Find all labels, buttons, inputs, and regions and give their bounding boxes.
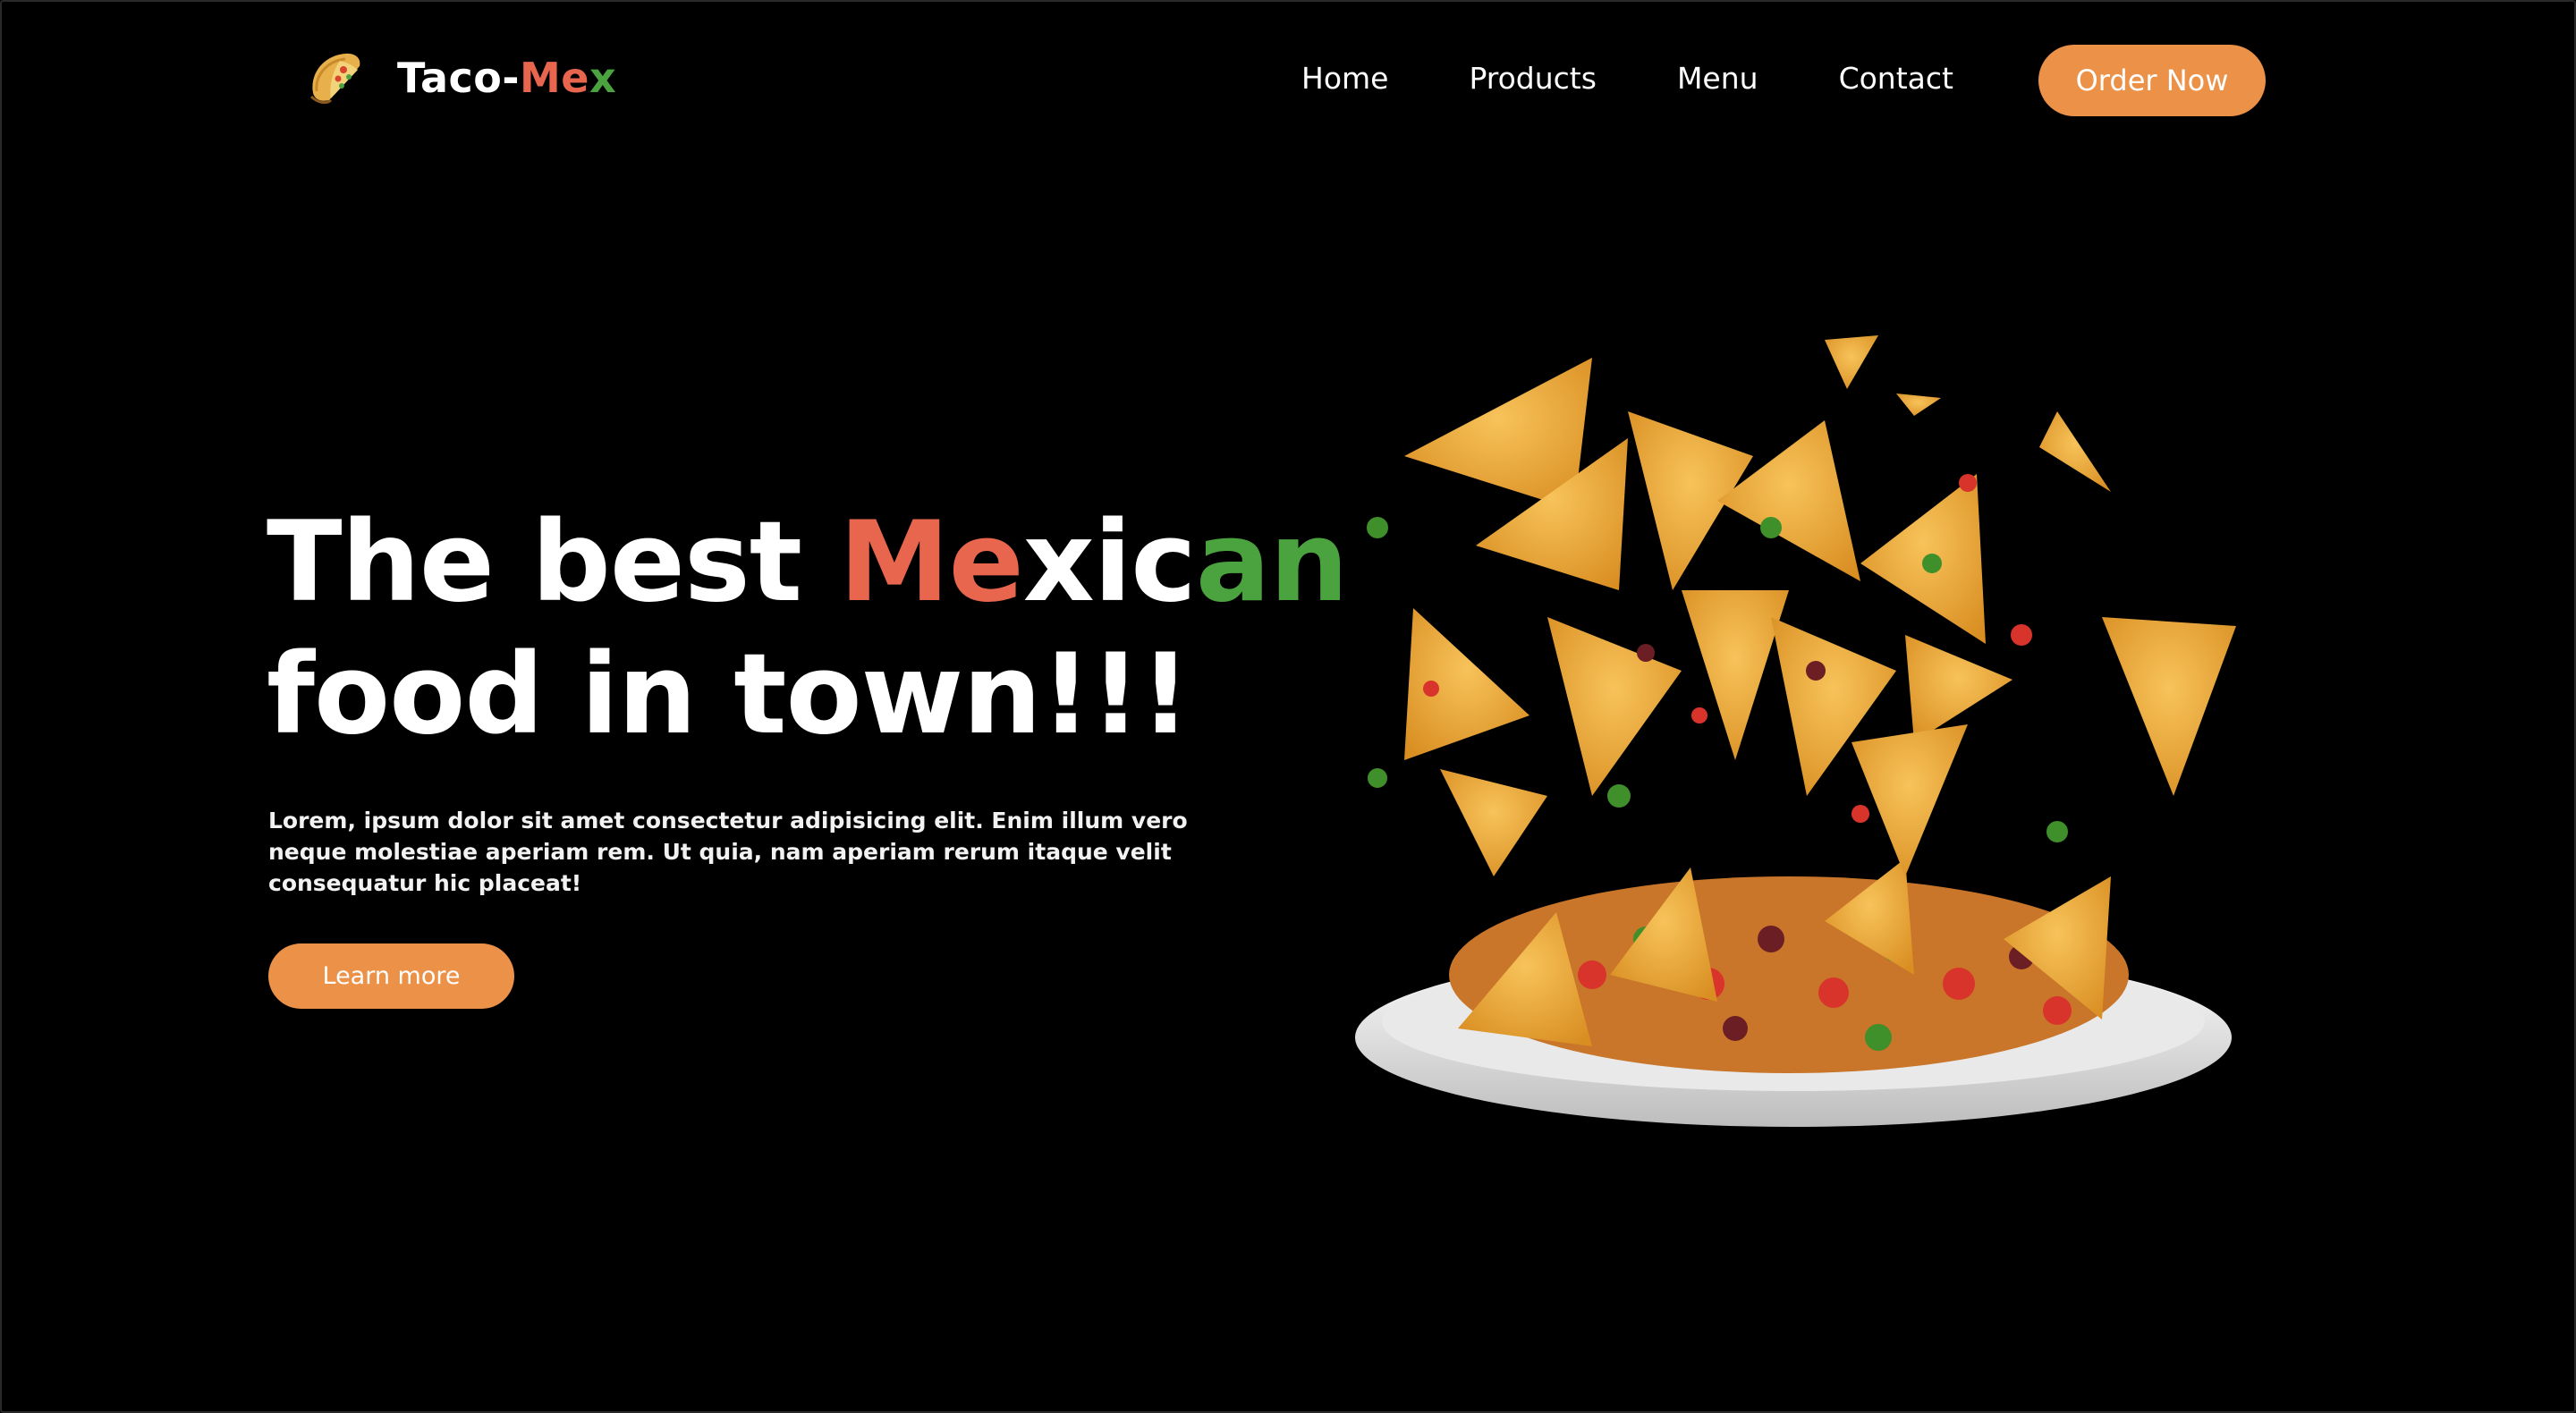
nav-link-menu[interactable]: Menu (1677, 55, 1758, 102)
hero-title-part3: xic (1022, 498, 1197, 627)
hero-title: The best Mexican food in town!!! (267, 496, 1349, 761)
nav-links: Home Products Menu Contact (1301, 55, 1953, 102)
brand-logo[interactable]: Taco-Mex (304, 47, 616, 109)
hero-title-part1: The best (267, 498, 840, 627)
hero-description: Lorem, ipsum dolor sit amet consectetur … (268, 808, 1188, 896)
nav-link-home[interactable]: Home (1301, 55, 1388, 102)
hero-title-line2: food in town!!! (267, 630, 1191, 759)
hero-title-part2: Me (839, 498, 1023, 627)
nachos-plate-image (1355, 335, 2236, 1127)
nav-link-products[interactable]: Products (1469, 55, 1597, 102)
brand-name-part3: x (589, 54, 617, 102)
brand-name-part1: Taco- (397, 54, 520, 102)
taco-icon (309, 53, 360, 105)
navbar: Taco-Mex Home Products Menu Contact Orde… (0, 0, 2576, 161)
nav-link-contact[interactable]: Contact (1839, 55, 1953, 102)
brand-name-part2: Me (519, 54, 589, 102)
learn-more-button[interactable]: Learn more (268, 943, 514, 1009)
brand-name: Taco-Mex (397, 54, 616, 102)
order-now-button[interactable]: Order Now (2038, 45, 2266, 116)
